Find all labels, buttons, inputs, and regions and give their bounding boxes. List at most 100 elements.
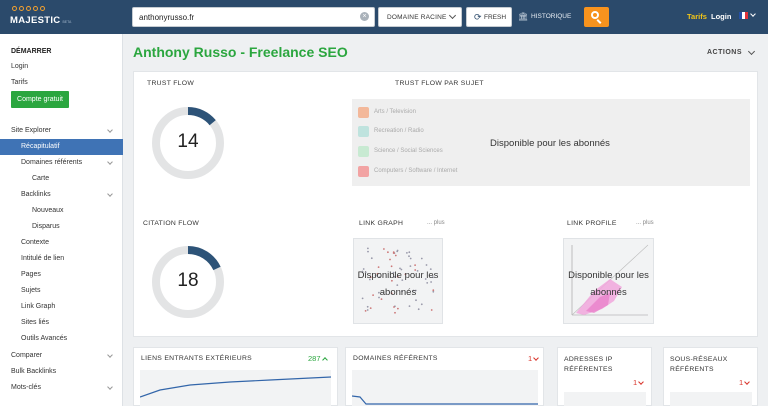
chevron-down-icon bbox=[448, 11, 457, 20]
page-title: Anthony Russo - Freelance SEO bbox=[133, 44, 348, 60]
fresh-label: FRESH bbox=[484, 14, 507, 21]
topic-swatch bbox=[358, 126, 369, 137]
sidebar-item-backlinks[interactable]: Backlinks bbox=[0, 187, 123, 203]
tarifs-link[interactable]: Tarifs bbox=[687, 12, 707, 21]
stat-count: 1 bbox=[739, 378, 751, 387]
sidebar-item-site-explorer[interactable]: Site Explorer bbox=[0, 123, 123, 139]
link-graph-node bbox=[387, 251, 389, 254]
search-value: anthonyrusso.fr bbox=[139, 13, 195, 22]
link-graph-node bbox=[408, 305, 411, 307]
stat-count: 287 bbox=[308, 354, 328, 363]
fresh-icon: ⟳ bbox=[474, 12, 482, 22]
login-link[interactable]: Login bbox=[711, 12, 731, 21]
link-graph-node bbox=[367, 247, 369, 250]
free-account-button[interactable]: Compte gratuit bbox=[11, 91, 69, 108]
sidebar-item-related-sites[interactable]: Sites liés bbox=[0, 315, 123, 331]
sidebar-item-label: Backlinks bbox=[21, 191, 51, 198]
topic-item: Recreation / Radio bbox=[358, 126, 498, 138]
clear-search-icon[interactable]: × bbox=[360, 12, 369, 21]
french-flag-icon[interactable] bbox=[739, 12, 748, 19]
trust-flow-value: 14 bbox=[177, 131, 199, 152]
stat-title: SOUS-RÉSEAUX RÉFÉRENTS bbox=[670, 356, 728, 373]
sidebar-item-tarifs[interactable]: Tarifs bbox=[0, 75, 123, 91]
majestic-logo[interactable]: MAJESTIC BETA bbox=[10, 6, 80, 28]
sidebar-item-lost[interactable]: Disparus bbox=[0, 219, 123, 235]
link-graph-node bbox=[367, 250, 369, 253]
link-graph-node bbox=[389, 258, 391, 261]
link-graph-node bbox=[425, 264, 428, 266]
stat-chart bbox=[564, 392, 646, 406]
fresh-index-button[interactable]: ⟳ FRESH bbox=[466, 7, 512, 27]
sidebar-item-bulk-backlinks[interactable]: Bulk Backlinks bbox=[0, 364, 123, 380]
sidebar-item-map[interactable]: Carte bbox=[0, 171, 123, 187]
sidebar-item-keywords[interactable]: Mots-clés bbox=[0, 380, 123, 396]
topical-trust-flow-title: TRUST FLOW PAR SUJET bbox=[395, 80, 484, 87]
link-graph-node bbox=[397, 307, 399, 310]
link-graph-node bbox=[393, 306, 395, 308]
sidebar-item-label: Comparer bbox=[11, 352, 43, 359]
stat-panel-referring-subnets: SOUS-RÉSEAUX RÉFÉRENTS 1 bbox=[663, 347, 758, 406]
search-input[interactable]: anthonyrusso.fr × bbox=[132, 7, 375, 27]
topic-item: Arts / Television bbox=[358, 107, 498, 119]
stat-chart bbox=[670, 392, 752, 406]
link-profile-more-link[interactable]: ... plus bbox=[636, 220, 654, 226]
link-graph-more-link[interactable]: ... plus bbox=[427, 220, 445, 226]
sidebar-item-pages[interactable]: Pages bbox=[0, 267, 123, 283]
stat-count: 1 bbox=[633, 378, 645, 387]
sidebar-item-new[interactable]: Nouveaux bbox=[0, 203, 123, 219]
scope-select[interactable]: DOMAINE RACINE bbox=[378, 7, 462, 27]
chevron-down-icon[interactable] bbox=[747, 47, 756, 56]
stat-chart bbox=[140, 370, 331, 406]
sidebar-heading-start: DÉMARRER bbox=[11, 48, 52, 55]
stat-count-value: 287 bbox=[308, 354, 321, 363]
link-graph-node bbox=[394, 254, 397, 257]
topic-item: Computers / Software / Internet bbox=[358, 166, 498, 178]
link-graph-node bbox=[383, 248, 385, 250]
topic-label: Arts / Television bbox=[374, 109, 416, 115]
historic-index-button[interactable]: 🏛 HISTORIQUE bbox=[514, 7, 580, 27]
trend-down-icon bbox=[744, 379, 751, 385]
trend-up-icon bbox=[321, 357, 328, 363]
chevron-down-icon bbox=[750, 11, 756, 17]
link-graph-node bbox=[408, 251, 411, 254]
trend-down-icon bbox=[533, 355, 540, 361]
topic-label: Computers / Software / Internet bbox=[374, 168, 458, 174]
topic-swatch bbox=[358, 107, 369, 118]
stat-chart bbox=[352, 370, 538, 406]
sidebar-item-compare[interactable]: Comparer bbox=[0, 348, 123, 364]
link-graph-node bbox=[406, 252, 408, 254]
logo-text: MAJESTIC bbox=[10, 15, 61, 26]
sidebar-item-link-graph[interactable]: Link Graph bbox=[0, 299, 123, 315]
sidebar-item-label: Domaines référents bbox=[21, 159, 83, 166]
sidebar-item-context[interactable]: Contexte bbox=[0, 235, 123, 251]
stat-panel-referring-domains: DOMAINES RÉFÉRENTS 1 bbox=[345, 347, 544, 406]
link-graph-node bbox=[369, 307, 372, 309]
link-graph-node bbox=[409, 257, 412, 260]
chevron-down-icon bbox=[107, 384, 113, 390]
chevron-down-icon bbox=[107, 352, 113, 358]
link-graph-node bbox=[394, 311, 396, 314]
sidebar-item-login[interactable]: Login bbox=[0, 59, 123, 75]
search-button[interactable] bbox=[584, 7, 609, 27]
link-graph-node bbox=[414, 264, 416, 266]
sidebar-item-recapitulatif[interactable]: Récapitulatif bbox=[0, 139, 123, 155]
stat-title: ADRESSES IP RÉFÉRENTES bbox=[564, 356, 613, 373]
link-graph-node bbox=[392, 251, 395, 253]
sidebar-item-referring-domains[interactable]: Domaines référents bbox=[0, 155, 123, 171]
actions-button[interactable]: ACTIONS bbox=[707, 49, 742, 56]
sidebar-item-anchor-text[interactable]: Intitulé de lien bbox=[0, 251, 123, 267]
stat-title: DOMAINES RÉFÉRENTS bbox=[353, 355, 438, 362]
link-profile-title: LINK PROFILE bbox=[567, 220, 617, 227]
stat-panel-external-backlinks: LIENS ENTRANTS EXTÉRIEURS 287 bbox=[133, 347, 338, 406]
sidebar-item-advanced-tools[interactable]: Outils Avancés bbox=[0, 331, 123, 347]
link-graph-node bbox=[366, 305, 369, 308]
stat-count-value: 1 bbox=[528, 354, 533, 363]
trust-flow-title: TRUST FLOW bbox=[147, 80, 195, 87]
chevron-down-icon bbox=[107, 191, 113, 197]
sidebar-item-topics[interactable]: Sujets bbox=[0, 283, 123, 299]
topic-label: Recreation / Radio bbox=[374, 128, 424, 134]
stat-panel-referring-ips: ADRESSES IP RÉFÉRENTES 1 bbox=[557, 347, 652, 406]
scope-label: DOMAINE RACINE bbox=[387, 14, 447, 21]
link-graph-locked-text: Disponible pour les abonnés bbox=[357, 270, 439, 298]
citation-flow-title: CITATION FLOW bbox=[143, 220, 200, 227]
